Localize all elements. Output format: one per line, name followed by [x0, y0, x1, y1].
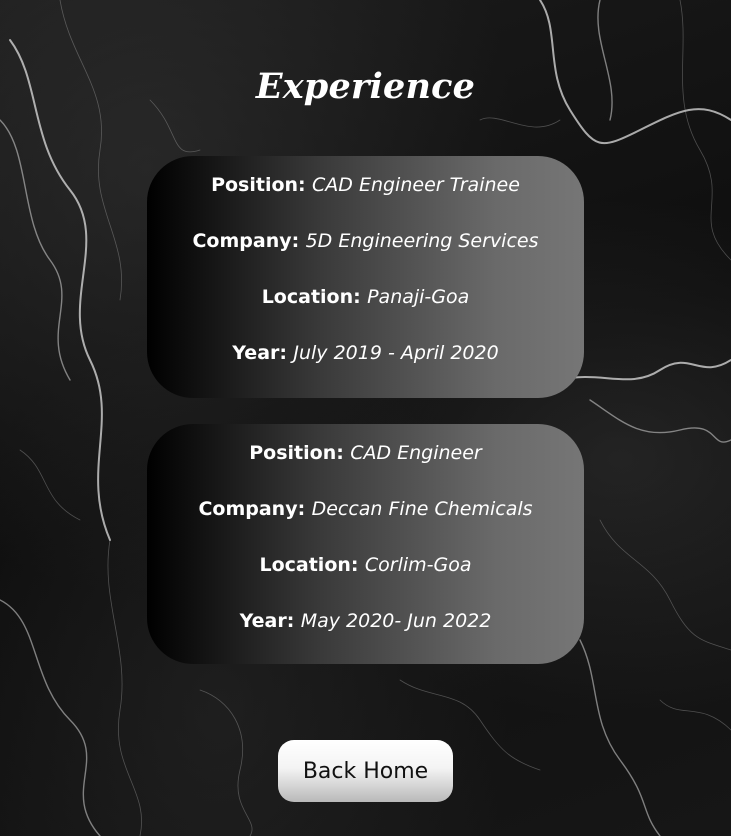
experience-card: Position: CAD Engineer Trainee Company: …	[147, 156, 584, 398]
page-title: Experience	[255, 66, 476, 107]
year-label: Year:	[239, 610, 295, 632]
year-value: July 2019 - April 2020	[293, 342, 499, 364]
company-label: Company:	[192, 230, 300, 252]
back-home-button[interactable]: Back Home	[278, 740, 453, 802]
company-row: Company: Deccan Fine Chemicals	[147, 480, 584, 536]
marble-background	[0, 0, 731, 836]
location-value: Corlim-Goa	[364, 554, 472, 576]
year-row: Year: July 2019 - April 2020	[147, 324, 584, 380]
year-row: Year: May 2020- Jun 2022	[147, 592, 584, 648]
location-row: Location: Corlim-Goa	[147, 536, 584, 592]
position-value: CAD Engineer	[350, 442, 482, 464]
company-row: Company: 5D Engineering Services	[147, 212, 584, 268]
year-value: May 2020- Jun 2022	[300, 610, 492, 632]
company-label: Company:	[198, 498, 306, 520]
position-label: Position:	[249, 442, 344, 464]
position-row: Position: CAD Engineer Trainee	[147, 156, 584, 212]
year-label: Year:	[232, 342, 287, 364]
location-label: Location:	[259, 554, 359, 576]
location-value: Panaji-Goa	[367, 286, 470, 308]
company-value: Deccan Fine Chemicals	[311, 498, 533, 520]
position-value: CAD Engineer Trainee	[312, 174, 520, 196]
location-label: Location:	[261, 286, 361, 308]
location-row: Location: Panaji-Goa	[147, 268, 584, 324]
experience-card: Position: CAD Engineer Company: Deccan F…	[147, 424, 584, 664]
company-value: 5D Engineering Services	[305, 230, 539, 252]
position-label: Position:	[211, 174, 306, 196]
position-row: Position: CAD Engineer	[147, 424, 584, 480]
